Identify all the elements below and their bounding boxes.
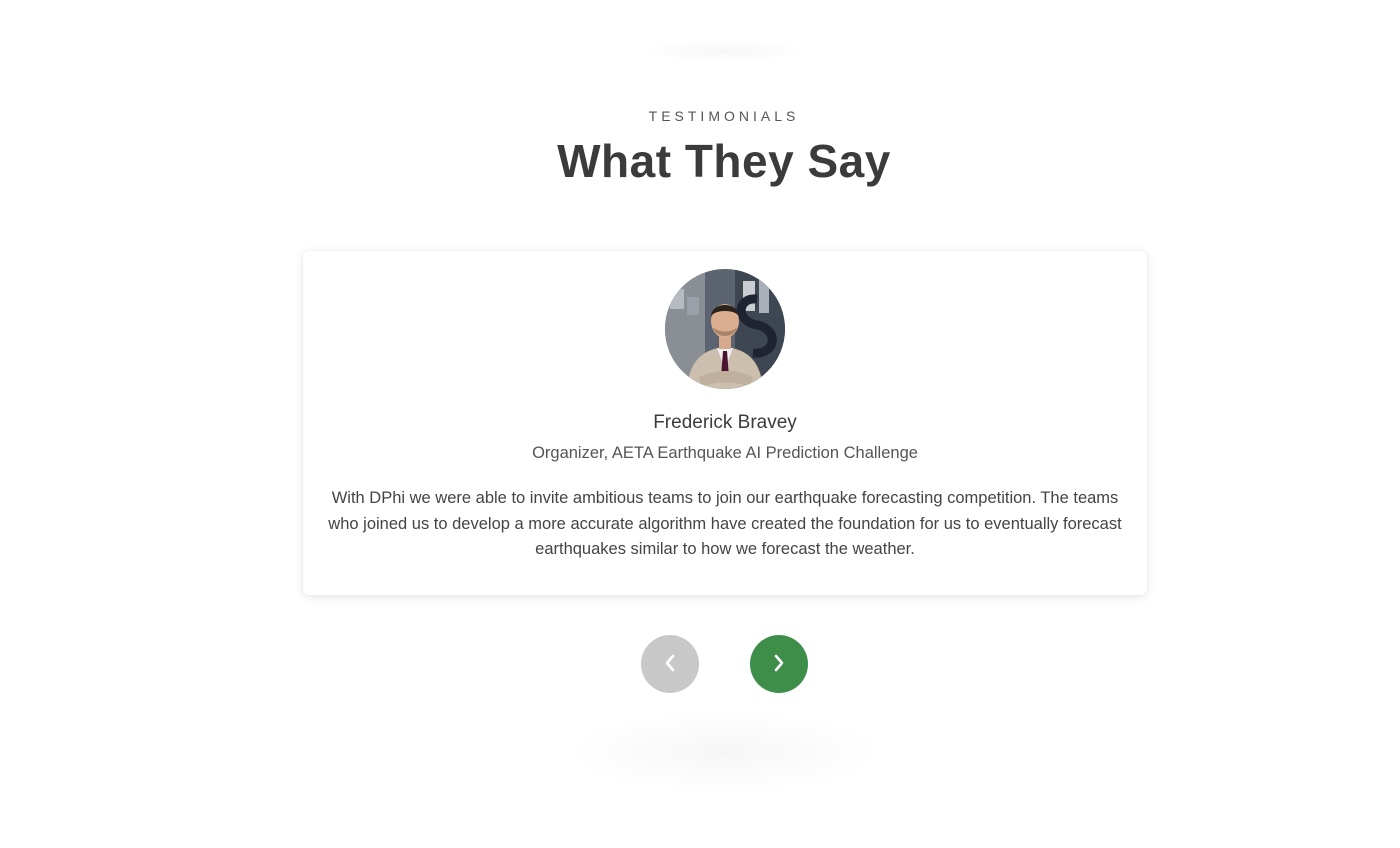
next-testimonial-button[interactable] (750, 635, 808, 693)
testimonials-section: TESTIMONIALS What They Say Frederick Bra… (0, 0, 1400, 848)
decorative-shadow-bottom (565, 712, 885, 792)
chevron-left-icon (663, 654, 677, 675)
avatar (665, 269, 785, 389)
previous-testimonial-button[interactable] (641, 635, 699, 693)
section-title: What They Say (557, 135, 891, 187)
testimonial-card: Frederick Bravey Organizer, AETA Earthqu… (303, 251, 1147, 595)
decorative-shadow-top (640, 40, 810, 62)
testimonial-role: Organizer, AETA Earthquake AI Prediction… (532, 444, 918, 462)
testimonial-quote: With DPhi we were able to invite ambitio… (328, 489, 1122, 558)
testimonial-name: Frederick Bravey (653, 412, 797, 433)
avatar-photo (665, 269, 785, 389)
section-eyebrow: TESTIMONIALS (648, 108, 800, 124)
chevron-right-icon (772, 654, 786, 675)
